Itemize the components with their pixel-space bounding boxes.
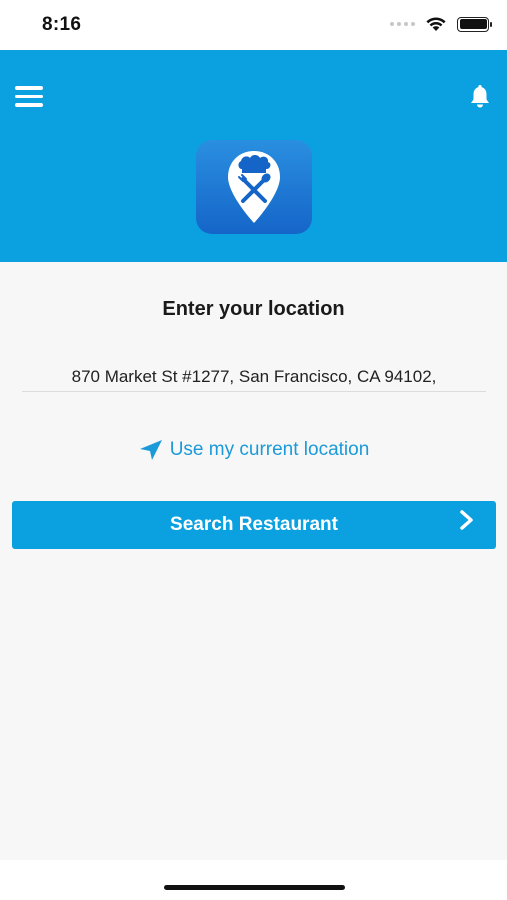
main-content: Enter your location Use my current locat… xyxy=(0,262,507,860)
app-logo xyxy=(196,140,312,234)
address-input[interactable] xyxy=(22,362,486,392)
home-indicator-area xyxy=(0,860,507,900)
search-restaurant-label: Search Restaurant xyxy=(170,514,338,535)
search-restaurant-button[interactable]: Search Restaurant xyxy=(12,501,496,549)
hamburger-menu-icon[interactable] xyxy=(15,86,43,108)
chef-location-pin-logo xyxy=(228,151,280,223)
wifi-icon xyxy=(426,17,446,31)
page-title: Enter your location xyxy=(162,298,345,320)
app-header xyxy=(0,50,507,262)
use-current-location-label: Use my current location xyxy=(169,439,370,460)
home-indicator[interactable] xyxy=(164,885,345,890)
status-time: 8:16 xyxy=(42,14,82,35)
bell-icon[interactable] xyxy=(467,84,493,110)
status-bar: 8:16 xyxy=(0,0,507,50)
cellular-signal-icon xyxy=(390,22,415,26)
location-arrow-icon xyxy=(139,440,162,460)
status-icons xyxy=(390,16,492,32)
battery-icon xyxy=(457,16,492,32)
use-current-location-button[interactable]: Use my current location xyxy=(0,438,507,462)
chevron-right-icon xyxy=(460,510,473,530)
